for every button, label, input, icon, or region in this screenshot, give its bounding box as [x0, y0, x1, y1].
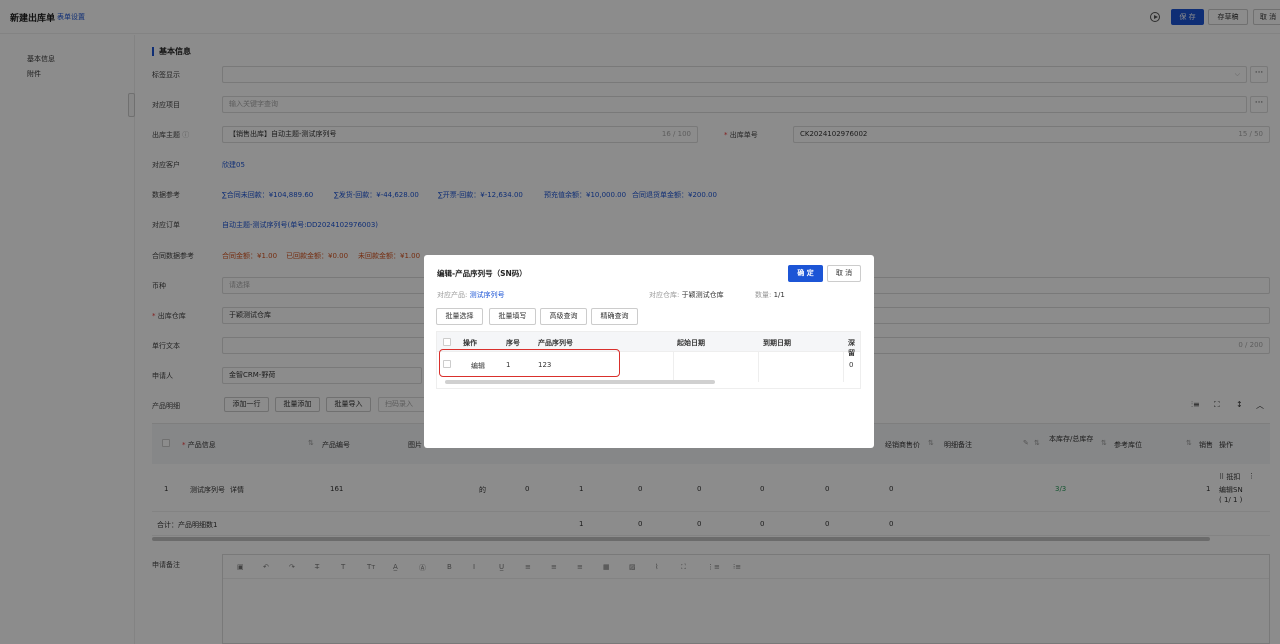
- sn-table-scrollbar[interactable]: [445, 380, 715, 384]
- highlight-box: [439, 349, 620, 377]
- modal-title: 编辑-产品序列号（SN码）: [437, 269, 527, 278]
- advanced-search-button[interactable]: 高级查询: [540, 308, 587, 325]
- warehouse-info: 对应仓库: 于颖测试仓库: [649, 291, 724, 299]
- select-all-checkbox[interactable]: [443, 338, 451, 346]
- col-end-date: 到期日期: [763, 339, 791, 347]
- confirm-button[interactable]: 确 定: [788, 265, 823, 282]
- batch-fill-button[interactable]: 批量填写: [489, 308, 536, 325]
- product-link[interactable]: 测试序列号: [470, 291, 505, 299]
- modal-cancel-button[interactable]: 取 消: [827, 265, 861, 282]
- col-index: 序号: [506, 339, 520, 347]
- extra-value: 0: [849, 361, 854, 369]
- col-sn: 产品序列号: [538, 339, 573, 347]
- product-info: 对应产品: 测试序列号: [437, 291, 505, 299]
- batch-select-button[interactable]: 批量选择: [436, 308, 483, 325]
- precise-search-button[interactable]: 精确查询: [591, 308, 638, 325]
- col-operation: 操作: [463, 339, 477, 347]
- quantity-info: 数量: 1/1: [755, 291, 785, 299]
- col-start-date: 起始日期: [677, 339, 705, 347]
- sn-edit-modal: 编辑-产品序列号（SN码） 确 定 取 消 对应产品: 测试序列号 对应仓库: …: [424, 255, 874, 448]
- col-extra: 深留: [848, 339, 855, 357]
